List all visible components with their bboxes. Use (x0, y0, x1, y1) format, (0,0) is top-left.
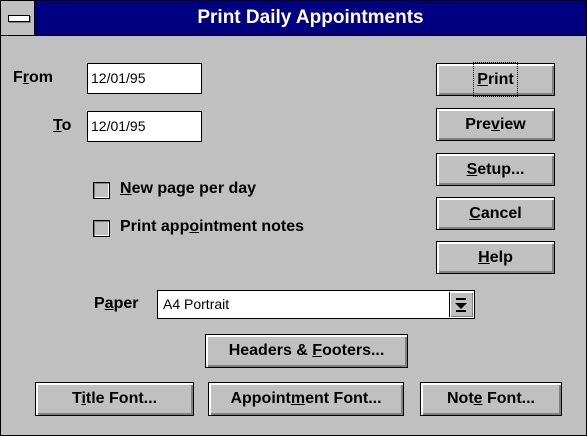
headers-footers-button[interactable]: Headers & Footers... (205, 334, 408, 368)
new-page-per-day-label[interactable]: New page per day (120, 180, 256, 198)
from-label: From (13, 69, 54, 86)
cancel-button[interactable]: Cancel (436, 197, 555, 230)
help-button[interactable]: Help (436, 241, 555, 274)
print-button[interactable]: Print (436, 62, 555, 97)
system-menu-icon[interactable] (1, 1, 35, 35)
note-font-button[interactable]: Note Font... (420, 382, 562, 416)
preview-button[interactable]: Preview (436, 108, 555, 141)
paper-select-value: A4 Portrait (163, 296, 230, 312)
setup-button[interactable]: Setup... (436, 153, 555, 186)
to-label: To (53, 117, 72, 134)
to-date-input[interactable]: 12/01/95 (87, 111, 202, 142)
print-appointment-notes-label[interactable]: Print appointment notes (120, 218, 304, 236)
title-font-button[interactable]: Title Font... (35, 382, 194, 416)
dropdown-arrow-icon[interactable] (449, 292, 473, 317)
dialog-window: Print Daily Appointments From 12/01/95 T… (0, 0, 587, 436)
title-bar: Print Daily Appointments (1, 1, 586, 36)
from-date-input[interactable]: 12/01/95 (87, 63, 202, 94)
print-appointment-notes-checkbox[interactable] (93, 220, 110, 237)
paper-label: Paper (94, 295, 139, 312)
paper-select[interactable]: A4 Portrait (157, 290, 475, 319)
new-page-per-day-checkbox[interactable] (93, 182, 110, 199)
appointment-font-button[interactable]: Appointment Font... (208, 382, 404, 416)
window-title: Print Daily Appointments (197, 7, 424, 28)
